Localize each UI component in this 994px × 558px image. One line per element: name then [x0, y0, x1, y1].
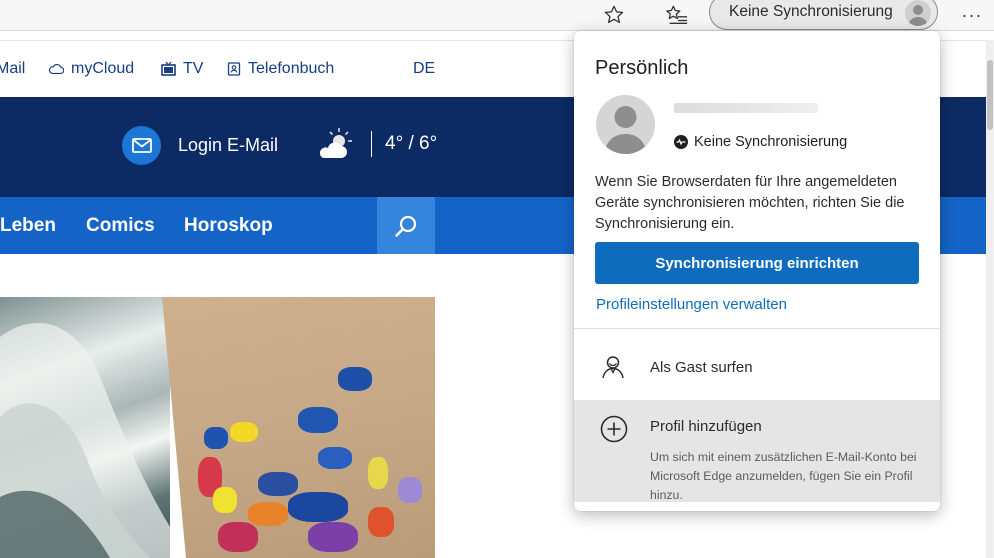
mycloud-label: myCloud	[71, 60, 135, 77]
login-email-link[interactable]: Login E-Mail	[178, 135, 278, 156]
cloud-icon	[48, 63, 64, 75]
search-icon	[395, 215, 417, 237]
favorites-list-button[interactable]	[660, 0, 694, 30]
tv-link[interactable]: TV	[161, 60, 203, 78]
profile-flyout: Persönlich Keine Synchronisierung Wenn S…	[574, 31, 940, 511]
add-profile-item[interactable]: Profil hinzufügen Um sich mit einem zusä…	[574, 400, 940, 502]
weather-temperature: 4° / 6°	[385, 133, 438, 154]
tv-label: TV	[183, 60, 204, 77]
flyout-divider	[574, 328, 940, 329]
telefonbuch-link[interactable]: Telefonbuch	[227, 60, 334, 78]
weather-cloud-sun-icon	[317, 127, 355, 166]
tv-icon	[161, 62, 176, 76]
sync-button-label: Keine Synchronisierung	[729, 3, 893, 20]
nav-item-comics[interactable]: Comics	[86, 215, 155, 237]
envelope-icon	[131, 138, 152, 153]
telefonbuch-label: Telefonbuch	[248, 60, 335, 77]
sync-status: Keine Synchronisierung	[674, 134, 847, 150]
flyout-title: Persönlich	[595, 57, 689, 79]
add-circle-icon	[600, 415, 628, 448]
phonebook-icon	[227, 62, 241, 76]
language-link[interactable]: DE	[413, 60, 435, 78]
browse-as-guest-item[interactable]: Als Gast surfen	[574, 342, 940, 394]
browser-toolbar: Keine Synchronisierung ···	[0, 0, 994, 31]
mail-link-label: Mail	[0, 60, 26, 77]
sync-description: Wenn Sie Browserdaten für Ihre angemelde…	[595, 174, 905, 232]
favorites-list-icon	[666, 5, 688, 24]
guest-icon	[600, 354, 626, 385]
weather-separator	[371, 131, 372, 157]
beach-aerial-image[interactable]	[162, 297, 435, 558]
profile-avatar	[596, 95, 655, 154]
site-search-button[interactable]	[377, 197, 435, 254]
scrollbar-thumb[interactable]	[987, 60, 993, 130]
mycloud-link[interactable]: myCloud	[48, 60, 134, 78]
profile-sync-button[interactable]: Keine Synchronisierung	[709, 0, 938, 30]
page-scrollbar[interactable]	[986, 40, 994, 558]
manage-profile-settings-link[interactable]: Profileinstellungen verwalten	[596, 296, 787, 313]
add-profile-label: Profil hinzufügen	[650, 418, 762, 435]
profile-name-redacted	[674, 103, 818, 113]
sync-status-label: Keine Synchronisierung	[694, 134, 848, 150]
more-menu-button[interactable]: ···	[956, 0, 988, 30]
guest-label: Als Gast surfen	[650, 359, 753, 376]
add-profile-description: Um sich mit einem zusätzlichen E-Mail-Ko…	[650, 450, 917, 502]
mail-link[interactable]: Mail	[0, 60, 25, 78]
favorite-star-button[interactable]	[598, 0, 630, 30]
setup-sync-button[interactable]: Synchronisierung einrichten	[595, 242, 919, 284]
login-mail-button[interactable]	[122, 126, 161, 165]
profile-avatar-icon	[905, 0, 931, 26]
nav-item-horoskop[interactable]: Horoskop	[184, 215, 273, 237]
user-avatar-icon	[604, 106, 647, 154]
sync-off-icon	[674, 135, 688, 149]
star-icon	[604, 5, 624, 24]
wave-image[interactable]	[0, 297, 170, 558]
nav-item-leben[interactable]: Leben	[0, 215, 56, 237]
